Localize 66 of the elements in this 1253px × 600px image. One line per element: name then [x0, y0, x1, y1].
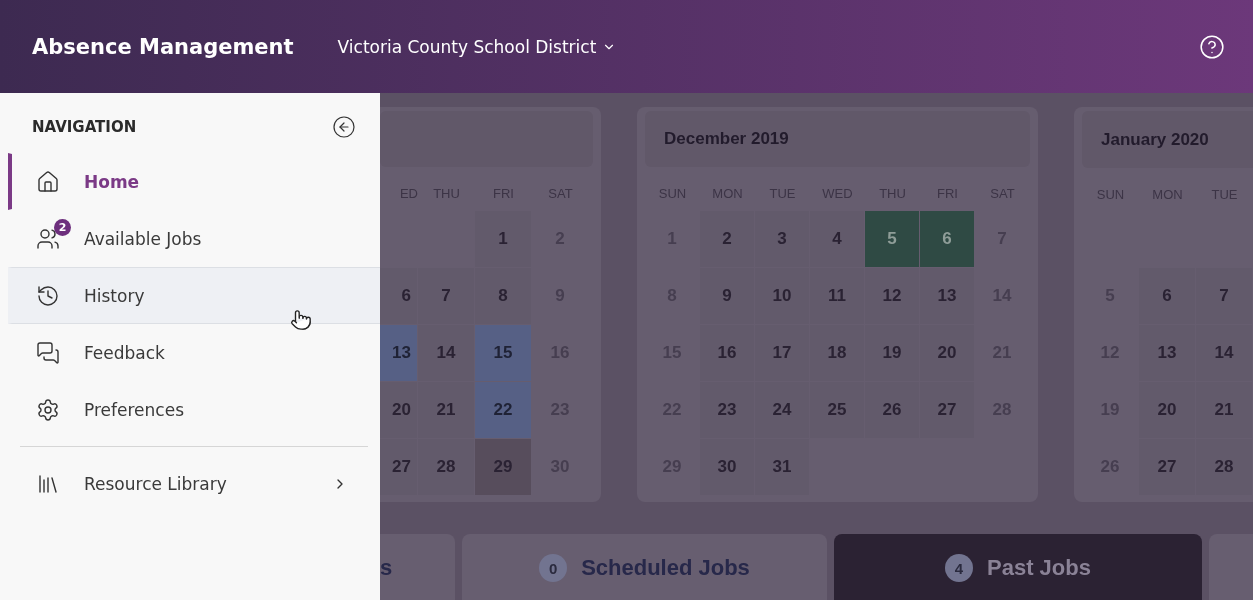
navigation-heading: NAVIGATION [32, 118, 137, 136]
calendar-day[interactable]: 28 [1196, 439, 1252, 495]
jobs-tab[interactable]: 4 Past Jobs [834, 534, 1202, 600]
calendar-day[interactable]: 1 [475, 211, 531, 267]
calendar-day[interactable]: 28 [418, 439, 474, 495]
calendar-day[interactable]: 6 [920, 211, 974, 267]
calendar-day[interactable]: 11 [810, 268, 864, 324]
pointer-cursor-icon [290, 309, 312, 331]
jobs-tab[interactable]: 0 Scheduled Jobs [462, 534, 827, 600]
calendar-day[interactable]: 17 [755, 325, 809, 381]
calendar-day[interactable]: 13 [380, 325, 417, 381]
calendar-day[interactable]: 13 [1139, 325, 1195, 381]
help-button[interactable] [1199, 33, 1225, 60]
calendar-header: January 2020 [1082, 111, 1253, 168]
calendar-day[interactable]: 4 [810, 211, 864, 267]
chat-bubbles-icon [36, 340, 60, 365]
calendar-day[interactable]: 14 [1196, 325, 1252, 381]
calendar-day[interactable]: 25 [810, 382, 864, 438]
count-badge: 4 [945, 554, 974, 582]
calendar-day[interactable]: 31 [755, 439, 809, 495]
house-icon [36, 169, 60, 194]
calendar-day[interactable]: 20 [920, 325, 974, 381]
calendar-day[interactable]: 23 [700, 382, 754, 438]
calendar-day[interactable]: 18 [810, 325, 864, 381]
calendar-day[interactable]: 6 [380, 268, 417, 324]
calendar-day[interactable]: 13 [920, 268, 974, 324]
calendar-day[interactable]: 7 [1196, 268, 1252, 324]
calendar-day[interactable]: 22 [475, 382, 531, 438]
count-badge: 2 [54, 218, 71, 236]
calendar-day[interactable]: 6 [1139, 268, 1195, 324]
count-badge: 0 [539, 554, 568, 582]
history-icon [36, 283, 60, 308]
calendar-day[interactable]: 19 [865, 325, 919, 381]
calendar-day[interactable]: 27 [1139, 439, 1195, 495]
nav-item[interactable]: History [8, 267, 380, 324]
calendar-day[interactable]: 10 [755, 268, 809, 324]
nav-item[interactable]: Resource Library [8, 455, 380, 512]
calendar-day[interactable]: 24 [755, 382, 809, 438]
calendar-day[interactable]: 20 [1139, 382, 1195, 438]
calendar-day[interactable]: 16 [700, 325, 754, 381]
nav-item[interactable]: Feedback [8, 324, 380, 381]
calendar-day[interactable]: 8 [475, 268, 531, 324]
calendar-day[interactable]: 21 [1196, 382, 1252, 438]
calendar-day[interactable]: 15 [475, 325, 531, 381]
nav-item[interactable]: 2 Available Jobs [8, 210, 380, 267]
users-icon [36, 226, 60, 251]
gear-icon [36, 397, 60, 422]
calendar-day[interactable]: 3 [755, 211, 809, 267]
nav-item[interactable]: Preferences [8, 381, 380, 438]
calendar-day[interactable]: 26 [865, 382, 919, 438]
calendar-day[interactable]: 12 [865, 268, 919, 324]
calendar-day[interactable]: 21 [418, 382, 474, 438]
district-dropdown[interactable]: Victoria County School District [337, 36, 617, 57]
jobs-tab[interactable]: s [380, 534, 455, 600]
collapse-button[interactable] [332, 115, 356, 139]
calendar-day[interactable]: 14 [418, 325, 474, 381]
app-title: Absence Management [32, 34, 294, 59]
calendar-day[interactable]: 9 [700, 268, 754, 324]
calendar-day[interactable]: 2 [700, 211, 754, 267]
calendar-day[interactable]: 27 [380, 439, 417, 495]
calendar-day[interactable]: 20 [380, 382, 417, 438]
calendar-day[interactable]: 7 [418, 268, 474, 324]
calendar-day[interactable]: 27 [920, 382, 974, 438]
calendar-header: December 2019 [645, 111, 1030, 167]
calendar-day[interactable]: 30 [700, 439, 754, 495]
calendar-day[interactable]: 5 [865, 211, 919, 267]
